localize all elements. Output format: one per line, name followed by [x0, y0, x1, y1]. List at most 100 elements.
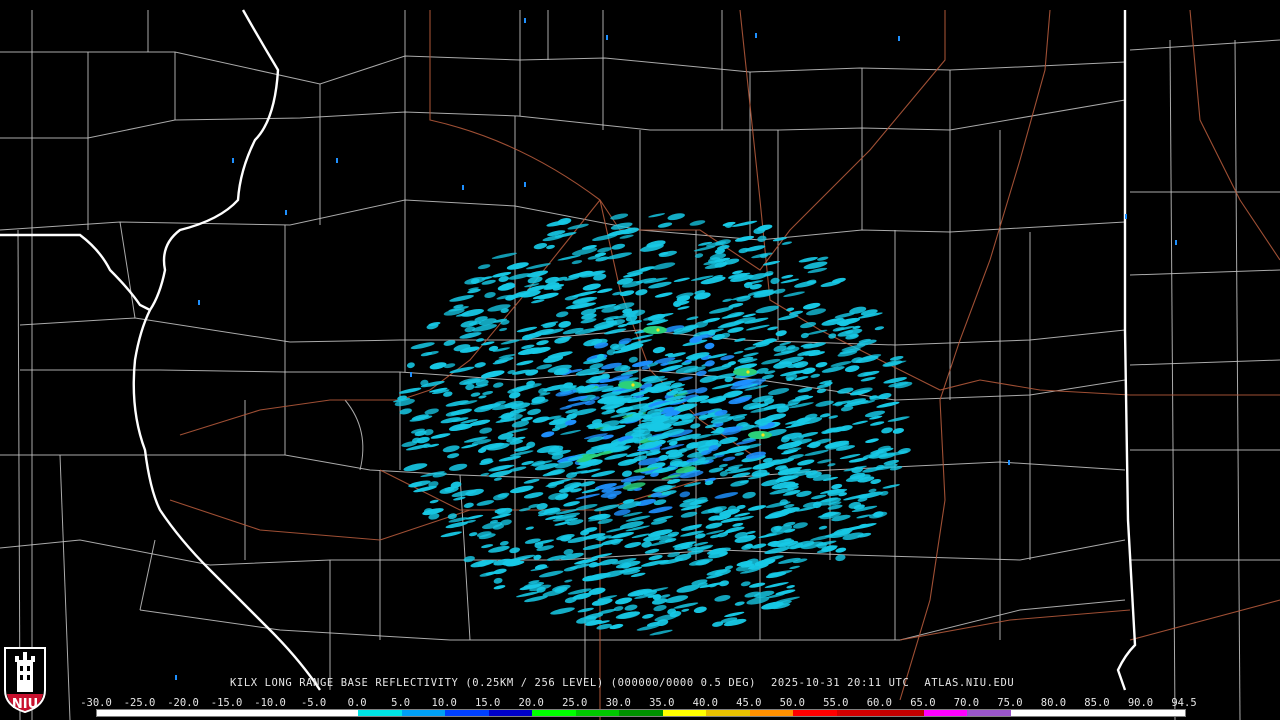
- scale-color-segment: [1054, 710, 1098, 716]
- echo-blob: [598, 558, 619, 566]
- echo-blob: [642, 613, 654, 619]
- scale-tick-label: -20.0: [167, 697, 199, 709]
- echo-blob: [550, 607, 575, 615]
- echo-blob: [493, 585, 506, 590]
- echo-blob: [440, 531, 462, 538]
- echo-blob: [815, 361, 828, 368]
- echo-speck: [175, 675, 177, 680]
- echo-blob: [770, 277, 780, 285]
- echo-blob: [772, 237, 787, 242]
- echo-blob: [449, 295, 474, 302]
- scale-tick-label: 65.0: [910, 697, 936, 709]
- echo-blob: [775, 589, 796, 596]
- echo-blob: [538, 570, 564, 578]
- echo-speck: [606, 35, 608, 40]
- scale-tick-label: 40.0: [692, 697, 718, 709]
- echo-speck: [410, 372, 412, 377]
- scale-tick-label: 45.0: [736, 697, 762, 709]
- echo-blob: [686, 316, 699, 321]
- echo-blob: [688, 558, 714, 566]
- echo-blob: [800, 332, 809, 339]
- echo-blob: [832, 327, 845, 332]
- echo-speck: [898, 36, 900, 41]
- echo-blob: [563, 501, 580, 507]
- echo-blob: [827, 463, 836, 467]
- echo-blob: [605, 527, 626, 533]
- scale-tick-label: -10.0: [254, 697, 286, 709]
- echo-blob: [744, 346, 757, 351]
- scale-tick-label: 85.0: [1084, 697, 1110, 709]
- echo-blob: [673, 277, 690, 282]
- echo-core-peak: [631, 383, 635, 387]
- echo-blob: [519, 507, 531, 512]
- scale-color-segment: [880, 710, 924, 716]
- echo-blob: [856, 514, 872, 519]
- echo-blob: [733, 350, 744, 355]
- echo-blob: [786, 307, 795, 312]
- scale-color-segment: [836, 710, 881, 716]
- echo-blob: [734, 338, 746, 342]
- echo-blob: [499, 327, 508, 332]
- echo-blob: [479, 427, 493, 434]
- echo-blob: [704, 342, 715, 350]
- echo-blob: [523, 478, 540, 484]
- echo-blob: [601, 570, 626, 578]
- echo-blob: [865, 438, 879, 443]
- state-line: [132, 9, 321, 691]
- echo-blob: [700, 508, 719, 514]
- scale-tick-label: 5.0: [391, 697, 411, 709]
- highway-line: [1129, 599, 1280, 641]
- echo-blob: [653, 499, 667, 506]
- echo-blob: [516, 326, 538, 333]
- echo-blob: [509, 485, 534, 494]
- echo-blob: [679, 491, 691, 498]
- scale-tick-label: -30.0: [80, 697, 112, 709]
- echo-speck: [285, 210, 287, 215]
- echo-blob: [874, 326, 885, 331]
- echo-blob: [564, 579, 573, 583]
- county-line: [1129, 269, 1280, 276]
- echo-blob: [582, 543, 604, 551]
- product-description: KILX LONG RANGE BASE REFLECTIVITY (0.25K…: [230, 677, 757, 689]
- echo-blob: [711, 383, 735, 390]
- echo-blob: [815, 400, 834, 407]
- echo-blob: [482, 390, 494, 396]
- echo-blob: [403, 463, 428, 472]
- scale-color-segment: [271, 710, 315, 716]
- echo-blob: [747, 505, 767, 511]
- echo-blob: [658, 250, 678, 258]
- echo-blob: [474, 362, 486, 368]
- echo-blob: [477, 264, 491, 270]
- scale-color-segment: [1097, 710, 1142, 716]
- echo-blob: [804, 449, 829, 456]
- echo-blob: [817, 256, 829, 261]
- echo-blob: [680, 511, 698, 518]
- echo-blob: [757, 235, 767, 242]
- echo-blob: [773, 288, 786, 294]
- echo-blob: [470, 392, 481, 397]
- county-line: [1129, 39, 1280, 51]
- echo-blob: [440, 417, 461, 424]
- echo-speck: [232, 158, 234, 163]
- echo-blob: [442, 445, 460, 453]
- echo-speck: [1008, 460, 1010, 465]
- highway-line: [169, 499, 471, 541]
- echo-core: [748, 431, 772, 439]
- echo-blob: [810, 373, 821, 378]
- echo-blob: [678, 376, 693, 381]
- scale-color-segment: [401, 710, 446, 716]
- echo-blob: [609, 623, 624, 630]
- scale-color-segment: [923, 710, 968, 716]
- scale-color-segment: [662, 710, 707, 716]
- radar-display: KILX LONG RANGE BASE REFLECTIVITY (0.25K…: [0, 0, 1280, 720]
- scale-color-segment: [619, 710, 663, 716]
- echo-blob: [410, 342, 435, 350]
- county-line: [59, 454, 71, 720]
- echo-blob: [781, 241, 792, 245]
- echo-blob: [579, 481, 596, 487]
- scale-color-segment: [97, 710, 141, 716]
- echo-blob: [558, 320, 571, 328]
- echo-blob: [619, 234, 634, 239]
- echo-blob: [860, 376, 876, 382]
- echo-blob: [882, 484, 900, 489]
